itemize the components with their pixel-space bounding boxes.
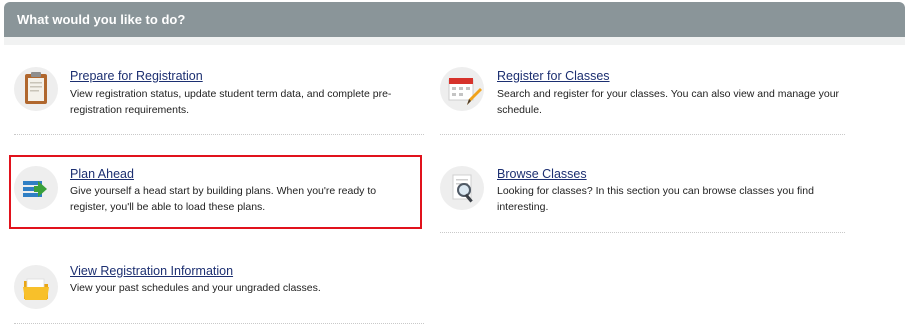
magnifier-document-icon <box>440 166 484 210</box>
divider <box>440 134 845 135</box>
tile-register-for-classes[interactable]: Register for Classes Search and register… <box>440 64 850 132</box>
calendar-pencil-icon <box>440 67 484 111</box>
tile-prepare-for-registration[interactable]: Prepare for Registration View registrati… <box>14 64 424 132</box>
tile-description: View registration status, update student… <box>70 88 392 116</box>
divider <box>14 134 424 135</box>
tile-title-view-registration-information[interactable]: View Registration Information <box>70 264 233 278</box>
tile-description: Search and register for your classes. Yo… <box>497 88 840 116</box>
header-title: What would you like to do? <box>17 12 186 27</box>
page-header: What would you like to do? <box>4 2 905 37</box>
folder-icon <box>14 265 58 309</box>
tile-view-registration-information[interactable]: View Registration Information View your … <box>14 260 424 320</box>
tile-description: Looking for classes? In this section you… <box>497 185 814 213</box>
divider <box>14 323 424 324</box>
tile-title-prepare-for-registration[interactable]: Prepare for Registration <box>70 69 203 83</box>
divider <box>440 232 845 233</box>
tile-description: View your past schedules and your ungrad… <box>70 282 321 294</box>
tile-title-browse-classes[interactable]: Browse Classes <box>497 167 587 181</box>
tile-title-register-for-classes[interactable]: Register for Classes <box>497 69 610 83</box>
tile-browse-classes[interactable]: Browse Classes Looking for classes? In t… <box>440 163 850 223</box>
highlight-box <box>9 155 422 229</box>
clipboard-icon <box>14 67 58 111</box>
header-shadow <box>4 37 905 45</box>
